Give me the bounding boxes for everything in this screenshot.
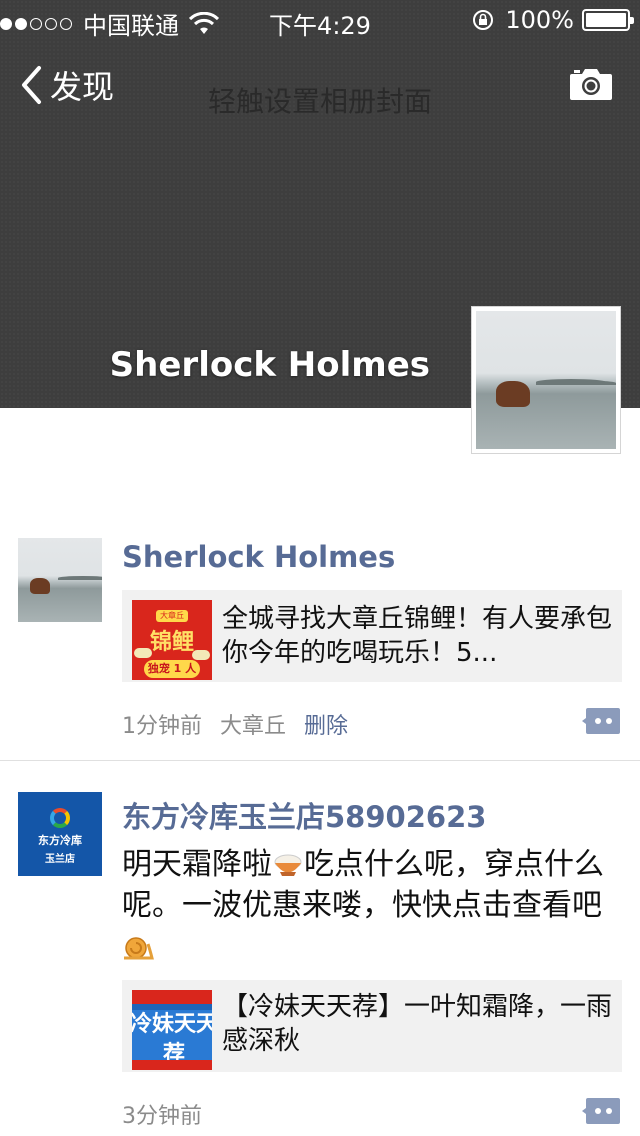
battery-icon [582,9,634,31]
divider [0,760,640,761]
post-text-part: 明天霜降啦 [122,847,272,882]
link-title: 【冷妹天天荐】一叶知霜降，一雨感深秋 [222,992,612,1056]
post-meta: 3分钟前 [122,1098,220,1130]
brand-name: 东方冷库 [38,834,82,847]
lake-photo [476,311,616,449]
rice-bowl-emoji-icon [274,854,302,876]
moment-post: 东方冷库 玉兰店 东方冷库玉兰店58902623 明天霜降啦 吃点什么呢，穿点什… [0,792,640,1136]
comment-icon[interactable] [582,708,620,734]
post-meta: 1分钟前 大章丘 删除 [122,708,366,740]
thumb-title: 锦鲤 [149,630,194,655]
thumb-footer: 独宠 1 人 [144,660,200,678]
link-card[interactable]: 大章丘 锦鲤 独宠 1 人 全城寻找大章丘锦鲤！有人要承包你今年的吃喝玩乐！5.… [122,590,622,682]
status-bar: 中国联通 下午4:29 100% [0,0,640,40]
brand-logo-icon [50,808,70,828]
brand-branch: 玉兰店 [45,854,75,865]
link-card[interactable]: 冷妹天天荐 【冷妹天天荐】一叶知霜降，一雨感深秋 [122,980,622,1072]
link-thumbnail: 大章丘 锦鲤 独宠 1 人 [132,600,212,680]
post-time: 1分钟前 [122,714,202,739]
profile-name: Sherlock Holmes [109,345,430,385]
moment-post: Sherlock Holmes 大章丘 锦鲤 独宠 1 人 全城寻找大章丘锦鲤！… [0,538,640,760]
post-author[interactable]: Sherlock Holmes [122,540,395,574]
post-time: 3分钟前 [122,1104,202,1129]
delete-button[interactable]: 删除 [304,708,348,740]
avatar[interactable]: 东方冷库 玉兰店 [18,792,102,876]
cover-hint: 轻触设置相册封面 [207,85,432,118]
nav-bar: 发现 轻触设置相册封面 [0,40,640,128]
battery-percent: 100% [505,6,574,34]
comment-icon[interactable] [582,1098,620,1124]
snail-emoji-icon [124,937,154,960]
profile-avatar[interactable] [471,306,621,454]
avatar[interactable] [18,538,102,622]
thumb-tag: 大章丘 [156,610,188,622]
post-author[interactable]: 东方冷库玉兰店58902623 [122,794,486,836]
link-title: 全城寻找大章丘锦鲤！有人要承包你今年的吃喝玩乐！5... [222,604,612,668]
post-text: 明天霜降啦 吃点什么呢，穿点什么呢。一波优惠来喽，快快点击查看吧 [122,844,622,967]
rotation-lock-icon [473,10,494,30]
camera-icon[interactable] [568,66,614,102]
link-thumbnail: 冷妹天天荐 [132,990,212,1070]
lake-photo [18,538,102,622]
post-location[interactable]: 大章丘 [220,708,286,740]
